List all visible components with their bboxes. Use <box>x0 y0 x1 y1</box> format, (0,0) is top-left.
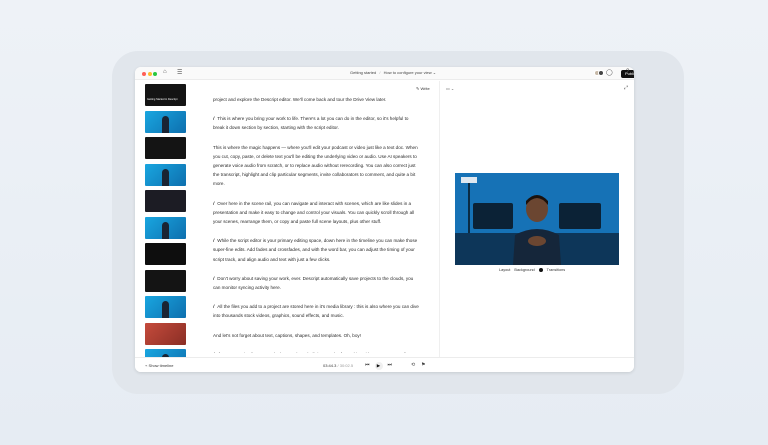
current-time: 03:44.3 <box>323 363 337 368</box>
scene-thumbnail-person <box>162 115 169 133</box>
breadcrumb-item-current[interactable]: How to configure your view <box>384 70 432 75</box>
scene-thumbnail-title: Getting Started in Descript <box>147 98 178 101</box>
scene-thumbnail[interactable]: Getting Started in Descript <box>145 84 186 106</box>
background-button[interactable]: Background <box>514 268 534 272</box>
scene-thumbnail-person <box>162 168 169 186</box>
home-icon[interactable]: ⌂ <box>163 69 167 75</box>
write-button[interactable]: ✎ Write <box>416 86 430 91</box>
script-paragraph-text: This is where the magic happens — where … <box>213 144 418 187</box>
script-editor[interactable]: project and explore the Descript editor.… <box>213 95 419 353</box>
scene-rail[interactable]: Getting Started in Descript <box>142 84 188 357</box>
script-paragraph-text: While the script editor is your primary … <box>213 238 418 262</box>
script-paragraph[interactable]: / This is where you bring your work to li… <box>213 114 419 132</box>
avatar <box>598 70 604 76</box>
scene-thumbnail[interactable] <box>145 110 186 133</box>
loop-icon[interactable]: ⟲ <box>411 362 415 368</box>
scene-marker-icon[interactable]: / <box>213 352 214 353</box>
aspect-ratio-selector[interactable]: ▭ ⌄ <box>446 86 454 91</box>
scene-marker-icon[interactable]: / <box>213 238 214 243</box>
script-paragraph[interactable]: / Don't worry about saving your work, eve… <box>213 274 419 292</box>
breadcrumb: Getting started / How to configure your … <box>350 70 436 75</box>
script-paragraph-text: This is where you bring your work to lif… <box>213 116 409 131</box>
play-button[interactable]: ▶ <box>374 361 383 370</box>
scene-thumbnail[interactable] <box>145 243 186 265</box>
video-toolbar: Layout Background Transitions <box>499 268 565 272</box>
scene-thumbnail[interactable] <box>145 322 186 345</box>
help-icon[interactable]: ? <box>626 69 629 75</box>
window-minimize-button[interactable] <box>147 71 152 76</box>
scene-thumbnail[interactable] <box>145 296 186 318</box>
window-close-button[interactable] <box>142 71 146 76</box>
scene-marker-icon[interactable]: / <box>213 304 214 309</box>
scene-thumbnail[interactable] <box>145 349 186 357</box>
breadcrumb-separator: / <box>379 70 381 75</box>
title-bar: ⌂ ☰ Getting started / How to configure y… <box>135 67 634 80</box>
scene-thumbnail-person <box>162 301 169 318</box>
script-paragraph-text: And let's not forget about text, caption… <box>213 332 361 338</box>
script-paragraph-text: project and explore the Descript editor.… <box>213 97 387 102</box>
expand-icon[interactable]: ⤢ <box>624 85 628 91</box>
script-paragraph[interactable]: / Over here in the scene rail, you can na… <box>213 199 419 227</box>
total-time: 30:02.5 <box>339 363 354 368</box>
scene-thumbnail-person <box>162 221 169 239</box>
breadcrumb-item-getting-started[interactable]: Getting started <box>350 70 376 75</box>
comment-icon[interactable]: ◯ <box>606 69 613 76</box>
transitions-button[interactable]: Transitions <box>547 268 565 272</box>
video-preview[interactable] <box>455 173 619 265</box>
video-frame-illustration <box>455 173 619 265</box>
scene-marker-icon[interactable]: / <box>213 276 214 281</box>
show-timeline-button[interactable]: ⌁ Show timeline <box>145 363 173 368</box>
transport-controls: ⏮ ▶ ⏭ <box>365 361 393 370</box>
show-timeline-label: Show timeline <box>148 363 174 368</box>
time-separator: / <box>337 363 339 368</box>
pane-divider[interactable] <box>439 81 440 358</box>
script-paragraph[interactable]: And let's not forget about text, caption… <box>213 331 419 340</box>
script-paragraph-text: All the files you add to a project are s… <box>213 304 419 319</box>
collaborator-avatars[interactable] <box>594 70 604 76</box>
background-color-swatch[interactable] <box>538 268 543 272</box>
bottom-bar: ⌁ Show timeline 03:44.3 / 30:02.5 ⏮ ▶ ⏭ … <box>135 357 634 372</box>
script-paragraph[interactable]: / All the files you add to a project are … <box>213 302 419 320</box>
skip-back-icon[interactable]: ⏮ <box>365 362 370 370</box>
script-paragraph[interactable]: project and explore the Descript editor.… <box>213 95 419 104</box>
sidebar-menu-icon[interactable]: ☰ <box>177 69 182 76</box>
write-label: Write <box>420 86 430 91</box>
scene-thumbnail[interactable] <box>145 137 186 159</box>
layout-button[interactable]: Layout <box>499 268 510 272</box>
scene-thumbnail[interactable] <box>145 269 186 292</box>
scene-marker-icon[interactable]: / <box>213 116 214 121</box>
scene-thumbnail[interactable] <box>145 163 186 186</box>
scene-thumbnail[interactable] <box>145 216 186 239</box>
timeline-icon: ⌁ <box>145 363 148 368</box>
script-paragraph-text: If you're starting from scratch, there's… <box>213 352 414 353</box>
window-zoom-button[interactable] <box>153 71 157 76</box>
skip-forward-icon[interactable]: ⏭ <box>388 362 393 370</box>
bookmark-icon[interactable]: ⚑ <box>421 362 425 368</box>
script-paragraph-text: Don't worry about saving your work, ever… <box>213 275 414 290</box>
chevron-down-icon[interactable]: ⌄ <box>433 70 436 75</box>
script-paragraph-text: Over here in the scene rail, you can nav… <box>213 200 415 224</box>
scene-thumbnail[interactable] <box>145 190 186 212</box>
timecode: 03:44.3 / 30:02.5 <box>323 363 353 368</box>
scene-marker-icon[interactable]: / <box>213 201 214 206</box>
script-paragraph[interactable]: /If you're starting from scratch, there'… <box>213 350 419 353</box>
script-paragraph[interactable]: This is where the magic happens — where … <box>213 143 419 189</box>
script-paragraph[interactable]: / While the script editor is your primary… <box>213 236 419 264</box>
descript-app-window: ⌂ ☰ Getting started / How to configure y… <box>135 67 634 372</box>
